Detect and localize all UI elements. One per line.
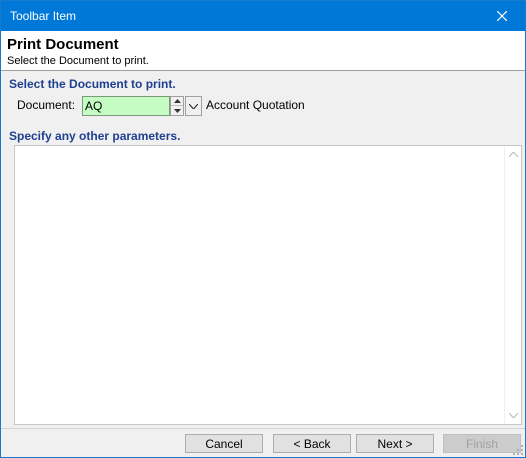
cancel-button[interactable]: Cancel: [185, 434, 263, 453]
vertical-scrollbar[interactable]: [504, 146, 521, 424]
parameters-panel[interactable]: [14, 145, 522, 425]
dialog-window: Toolbar Item Print Document Select the D…: [0, 0, 526, 458]
footer-divider: [1, 428, 525, 429]
resize-grip-icon[interactable]: [513, 445, 523, 455]
close-button[interactable]: [479, 1, 525, 31]
scroll-up-button[interactable]: [509, 150, 518, 159]
document-section-heading: Select the Document to print.: [9, 77, 176, 91]
close-icon: [497, 11, 507, 21]
finish-button[interactable]: Finish: [443, 434, 521, 453]
scroll-down-icon: [509, 413, 518, 418]
document-description: Account Quotation: [206, 98, 305, 112]
params-section-heading: Specify any other parameters.: [9, 129, 181, 143]
document-field-label: Document:: [17, 98, 76, 112]
scroll-down-button[interactable]: [509, 411, 518, 420]
title-bar: Toolbar Item: [1, 1, 525, 31]
back-button[interactable]: < Back: [273, 434, 351, 453]
window-title: Toolbar Item: [10, 9, 77, 23]
spin-up-button[interactable]: [171, 97, 183, 106]
spin-down-icon: [173, 108, 181, 113]
document-spinner: [170, 96, 184, 116]
chevron-down-icon: [189, 103, 198, 109]
header-panel: Print Document Select the Document to pr…: [1, 31, 525, 71]
scroll-up-icon: [509, 152, 518, 157]
spin-up-icon: [173, 99, 181, 103]
document-input[interactable]: [82, 96, 170, 116]
page-title: Print Document: [7, 36, 119, 53]
document-dropdown-button[interactable]: [185, 96, 202, 116]
next-button[interactable]: Next >: [356, 434, 434, 453]
page-subtitle: Select the Document to print.: [7, 55, 149, 67]
spin-down-button[interactable]: [171, 106, 183, 115]
